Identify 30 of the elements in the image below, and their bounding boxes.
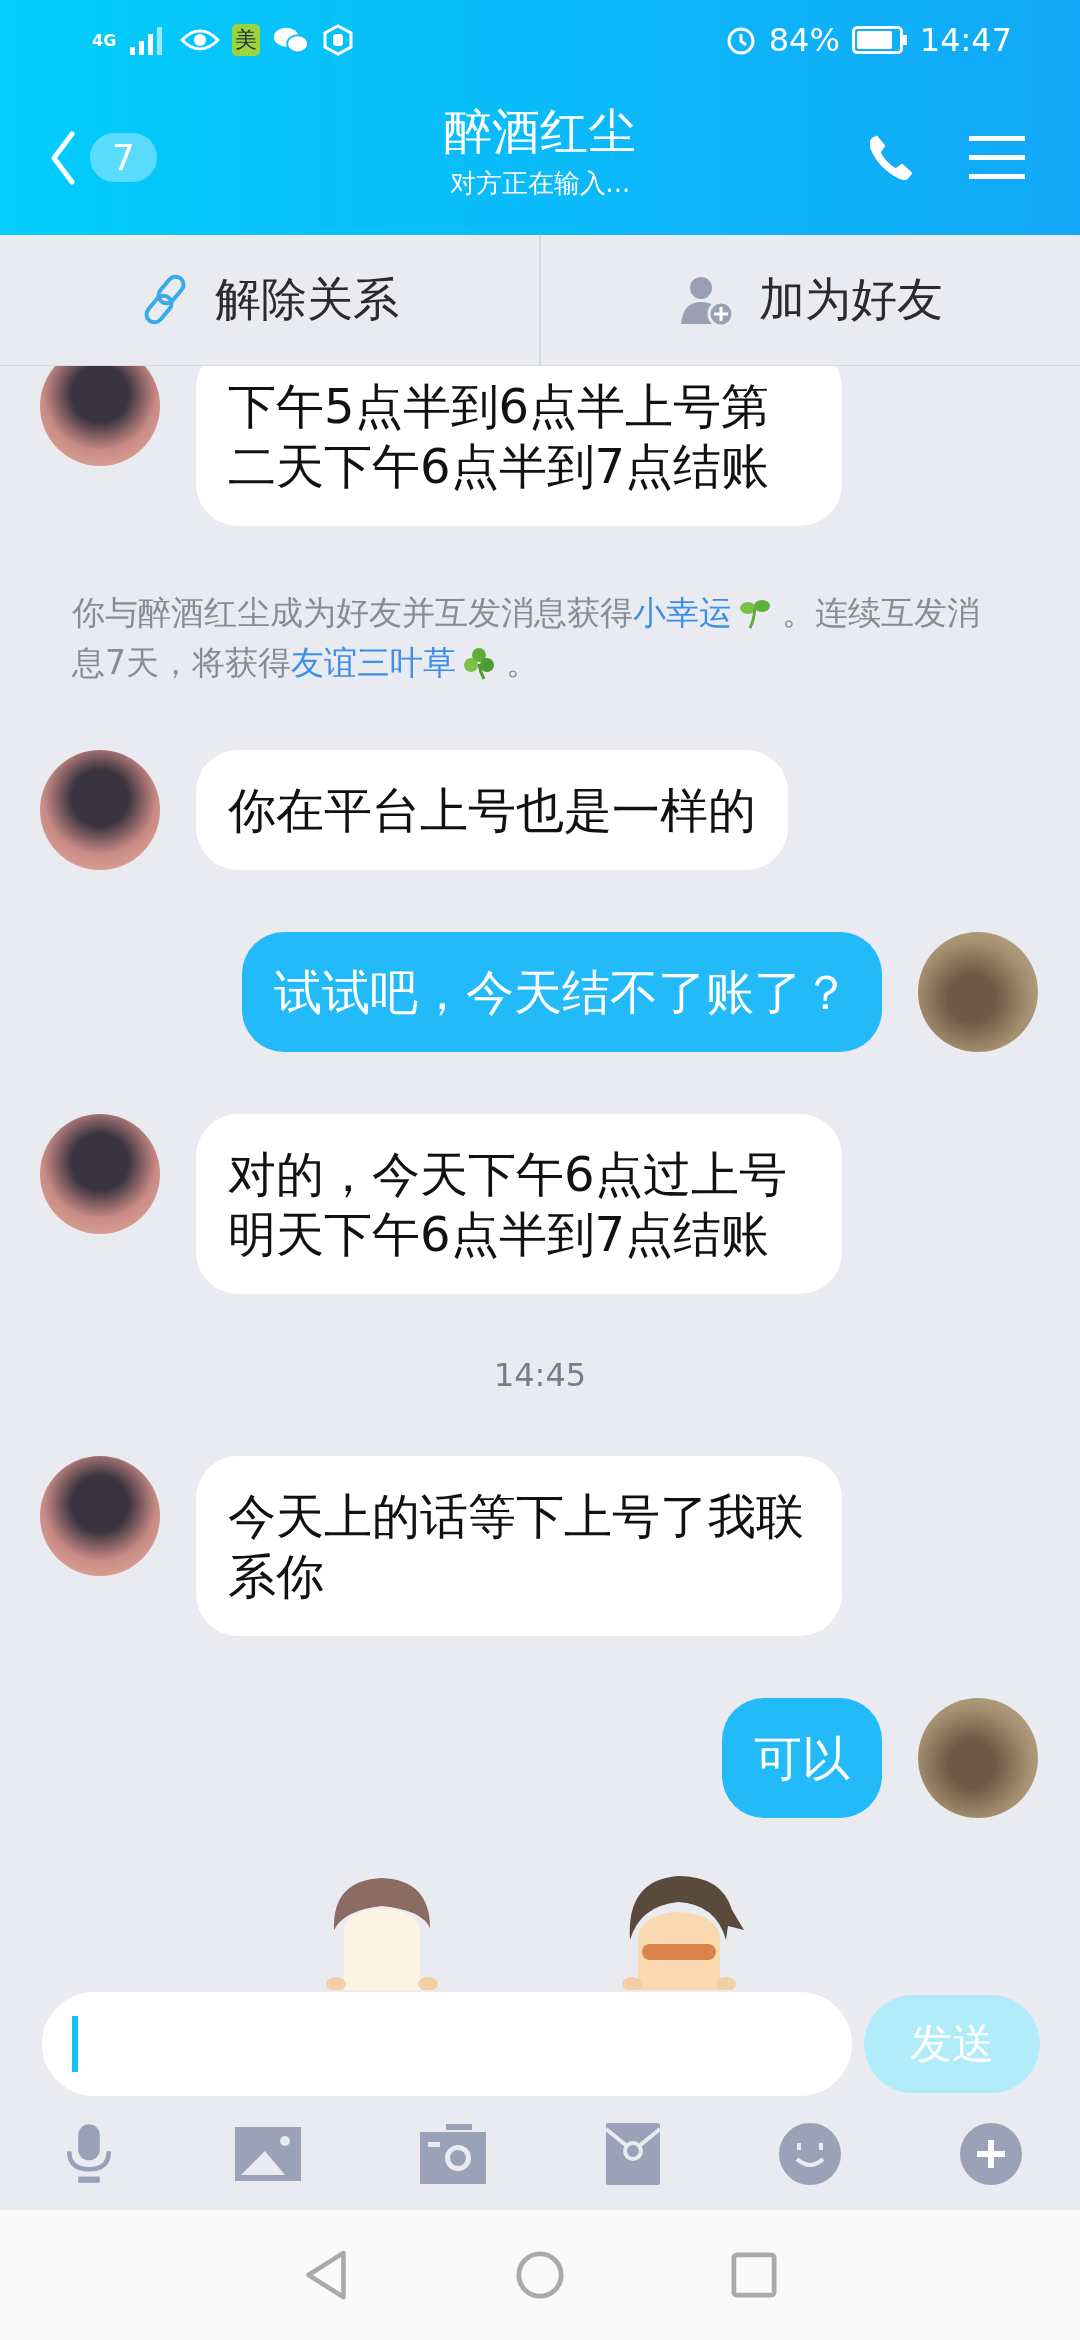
chat-bubbles-icon	[272, 25, 311, 55]
action-button[interactable]: 解除关系	[0, 235, 539, 365]
chat-title: 醉酒红尘	[444, 102, 636, 161]
camera-icon[interactable]	[420, 2124, 487, 2184]
notice-link[interactable]: 小幸运	[633, 593, 732, 632]
clover-icon	[462, 646, 496, 680]
emoji-icon[interactable]	[778, 2123, 841, 2185]
typing-status: 对方正在输入...	[449, 167, 631, 200]
plus-icon[interactable]	[959, 2123, 1022, 2185]
message-bubble: 下午5点半到6点半上号第二天下午6点半到7点结账	[196, 366, 842, 526]
message-bubble: 试试吧，今天结不了账了？	[242, 932, 882, 1052]
app-badge: 美	[232, 24, 261, 56]
menu-icon[interactable]	[969, 133, 1025, 182]
system-notice: 你与醉酒红尘成为好友并互发消息获得小幸运 。连续互发消息7天，将获得友谊三叶草 。	[71, 592, 982, 684]
recents-icon[interactable]	[731, 2252, 777, 2298]
battery-percent: 84%	[768, 21, 840, 59]
timestamp: 14:45	[492, 1356, 588, 1394]
message-bubble: 今天上的话等下上号了我联系你	[196, 1456, 842, 1636]
clock: 14:47	[919, 21, 1012, 59]
battery-icon	[851, 26, 908, 54]
image-icon[interactable]	[235, 2127, 302, 2181]
envelope-icon[interactable]	[605, 2123, 660, 2185]
back-icon[interactable]	[303, 2249, 349, 2301]
home-icon[interactable]	[515, 2250, 565, 2300]
unread-count[interactable]: 7	[90, 133, 157, 182]
network-type: 4G	[92, 30, 117, 50]
message-bubble: 你在平台上号也是一样的	[196, 750, 788, 870]
message-bubble: 对的，今天下午6点过上号明天下午6点半到7点结账	[196, 1114, 842, 1294]
notice-link[interactable]: 友谊三叶草	[291, 643, 456, 682]
message-bubble: 可以	[722, 1698, 882, 1818]
